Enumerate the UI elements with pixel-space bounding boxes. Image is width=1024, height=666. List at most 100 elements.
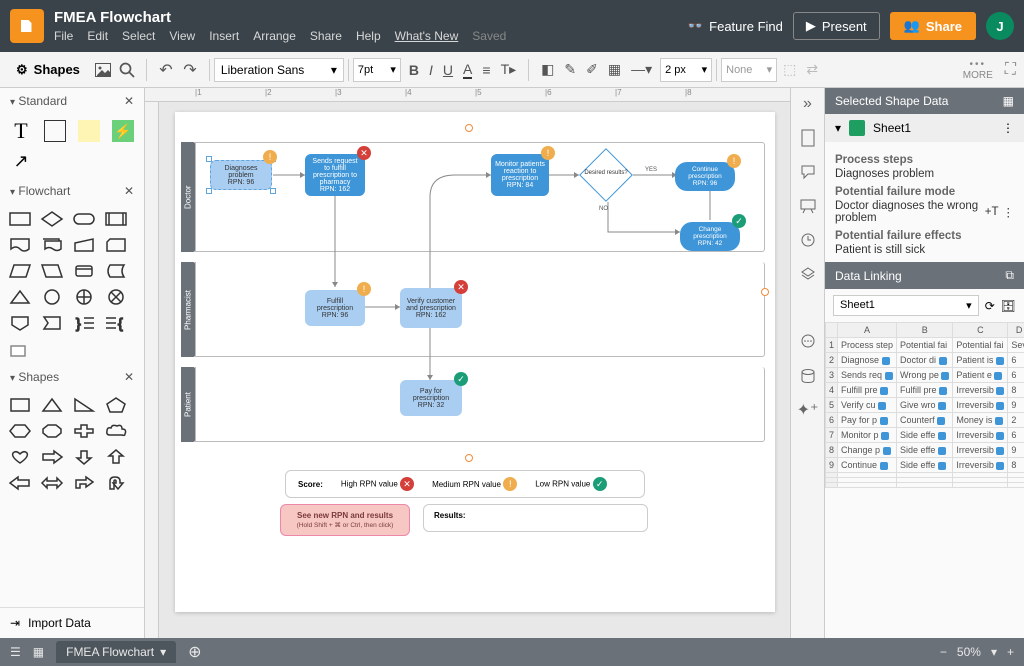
feature-find-button[interactable]: 👓 Feature Find <box>687 18 783 34</box>
swap-icon[interactable]: ⇄ <box>806 61 818 78</box>
s-uarrow[interactable] <box>102 446 130 468</box>
share-button[interactable]: 👥 Share <box>890 12 976 40</box>
line-shape[interactable]: ↗ <box>6 148 36 174</box>
brace-shape[interactable]: } <box>70 312 98 334</box>
s-uturn[interactable] <box>102 472 130 494</box>
lane-pharmacist-label[interactable]: Pharmacist <box>181 262 195 357</box>
lane-pharmacist[interactable] <box>195 262 765 357</box>
user-avatar[interactable]: J <box>986 12 1014 40</box>
s-larrow[interactable] <box>6 472 34 494</box>
page-icon[interactable] <box>798 128 818 148</box>
redo-icon[interactable]: ↷ <box>181 61 199 79</box>
menu-help[interactable]: Help <box>356 29 381 43</box>
node-monitor[interactable]: Monitor patients reaction to prescriptio… <box>491 154 549 196</box>
present-button[interactable]: ▶ Present <box>793 12 880 40</box>
magic-icon[interactable]: ✦⁺ <box>798 400 818 420</box>
more-icon[interactable]: ⋮ <box>1003 205 1015 219</box>
menu-share[interactable]: Share <box>310 29 342 43</box>
history-icon[interactable] <box>798 230 818 250</box>
anchor-bottom[interactable] <box>465 454 473 462</box>
s-lrarrow[interactable] <box>38 472 66 494</box>
card-shape[interactable] <box>102 234 130 256</box>
multi-doc-shape[interactable] <box>38 234 66 256</box>
db-shape[interactable] <box>70 260 98 282</box>
line-style-icon[interactable]: —▾ <box>631 61 652 78</box>
undo-icon[interactable]: ↶ <box>157 61 175 79</box>
menu-select[interactable]: Select <box>122 29 155 43</box>
s-cloud[interactable] <box>102 420 130 442</box>
s-hex[interactable] <box>6 420 34 442</box>
bold-icon[interactable]: B <box>409 62 419 78</box>
hotspot-shape[interactable]: ⚡ <box>108 118 138 144</box>
font-size-select[interactable]: 7pt▾ <box>353 58 401 82</box>
close-icon[interactable]: ✕ <box>124 184 134 198</box>
offpage2-shape[interactable] <box>38 312 66 334</box>
data2-shape[interactable] <box>38 260 66 282</box>
node-diagnose[interactable]: Diagnoses problemRPN: 96 <box>210 160 272 190</box>
shape-opts-icon[interactable]: ▦ <box>608 61 621 78</box>
display-shape[interactable] <box>6 286 34 308</box>
s-rarrow[interactable] <box>38 446 66 468</box>
s-rect[interactable] <box>6 394 34 416</box>
list-view-icon[interactable]: ☰ <box>10 645 21 659</box>
fullscreen-icon[interactable]: ⛶ <box>1005 61 1016 79</box>
node-fulfill[interactable]: Fulfill prescriptionRPN: 96 <box>305 290 365 326</box>
search-icon[interactable] <box>118 61 136 79</box>
lane-doctor-label[interactable]: Doctor <box>181 142 195 252</box>
italic-icon[interactable]: I <box>429 62 433 78</box>
grid-icon[interactable]: ▦ <box>1003 94 1014 108</box>
anchor-right[interactable] <box>761 288 769 296</box>
terminator-shape[interactable] <box>70 208 98 230</box>
zoom-out-icon[interactable]: − <box>940 645 947 659</box>
section-flowchart[interactable]: ▾ Flowchart✕ <box>0 178 144 204</box>
node-send[interactable]: Sends request to fulfill prescription to… <box>305 154 365 196</box>
zoom-in-icon[interactable]: + <box>1007 645 1014 659</box>
document-icon[interactable] <box>10 9 44 43</box>
node-verify[interactable]: Verify customer and prescriptionRPN: 162 <box>400 288 462 328</box>
page-tab[interactable]: FMEA Flowchart ▾ <box>56 641 176 663</box>
sum-shape[interactable] <box>102 286 130 308</box>
connector-shape[interactable] <box>38 286 66 308</box>
data-icon[interactable] <box>798 366 818 386</box>
zoom-level[interactable]: 50% <box>957 645 981 659</box>
rect-shape[interactable] <box>40 118 70 144</box>
node-continue[interactable]: Continue prescriptionRPN: 96 <box>675 162 735 191</box>
predef-shape[interactable] <box>102 208 130 230</box>
link-sheet-select[interactable]: Sheet1▾ <box>833 295 979 316</box>
text-shape[interactable]: T <box>6 118 36 144</box>
swatch-shape[interactable] <box>6 338 34 360</box>
s-rtri[interactable] <box>70 394 98 416</box>
menu-arrange[interactable]: Arrange <box>253 29 296 43</box>
menu-file[interactable]: File <box>54 29 73 43</box>
sel-handle[interactable] <box>206 188 212 194</box>
sheet-row[interactable]: ▾ Sheet1 ⋮ <box>825 114 1024 142</box>
data-grid[interactable]: ABCD1Process stepPotential faiPotential … <box>825 322 1024 488</box>
document-title[interactable]: FMEA Flowchart <box>54 9 687 26</box>
offpage-shape[interactable] <box>6 312 34 334</box>
sel-handle[interactable] <box>206 156 212 162</box>
brace2-shape[interactable]: { <box>102 312 130 334</box>
sel-handle[interactable] <box>270 188 276 194</box>
doc-shape[interactable] <box>6 234 34 256</box>
underline-icon[interactable]: U <box>443 62 453 78</box>
canvas[interactable]: |1|2|3|4|5|6|7|8 Doctor Pharmacist Patie… <box>145 88 790 638</box>
page[interactable]: Doctor Pharmacist Patient YES <box>175 112 775 612</box>
note-shape[interactable] <box>74 118 104 144</box>
chat-icon[interactable] <box>798 332 818 352</box>
more-icon[interactable]: ⋮ <box>1002 121 1014 135</box>
s-heart[interactable] <box>6 446 34 468</box>
data-shape[interactable] <box>6 260 34 282</box>
manual-input-shape[interactable] <box>70 234 98 256</box>
s-pent[interactable] <box>102 394 130 416</box>
or-shape[interactable] <box>70 286 98 308</box>
node-decision[interactable]: Desired results? <box>579 148 633 202</box>
s-plus[interactable] <box>70 420 98 442</box>
layer-select[interactable]: None▾ <box>721 58 777 82</box>
text-color-icon[interactable]: A <box>463 61 472 79</box>
process-shape[interactable] <box>6 208 34 230</box>
text-type-icon[interactable]: T▸ <box>501 61 517 78</box>
storage-shape[interactable] <box>102 260 130 282</box>
node-pay[interactable]: Pay for prescriptionRPN: 32 <box>400 380 462 416</box>
db-icon[interactable]: 🗄 <box>1001 299 1016 313</box>
align-icon[interactable]: ≡ <box>482 62 490 78</box>
